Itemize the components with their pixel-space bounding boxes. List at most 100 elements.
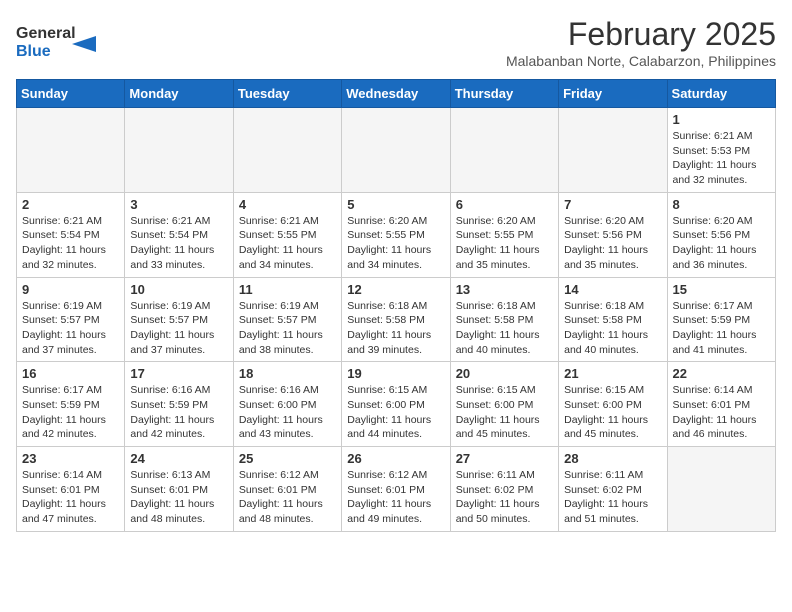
calendar-header-row: SundayMondayTuesdayWednesdayThursdayFrid… xyxy=(17,80,776,108)
calendar-cell: 9 Sunrise: 6:19 AM Sunset: 5:57 PM Daylig… xyxy=(17,277,125,362)
day-number: 28 xyxy=(564,451,661,466)
logo: General Blue xyxy=(16,16,106,66)
day-number: 18 xyxy=(239,366,336,381)
day-info: Sunrise: 6:15 AM Sunset: 6:00 PM Dayligh… xyxy=(564,383,661,442)
day-of-week-header: Saturday xyxy=(667,80,775,108)
calendar-cell: 27 Sunrise: 6:11 AM Sunset: 6:02 PM Dayli… xyxy=(450,447,558,532)
calendar-cell xyxy=(342,108,450,193)
day-number: 13 xyxy=(456,282,553,297)
day-number: 27 xyxy=(456,451,553,466)
day-number: 1 xyxy=(673,112,770,127)
calendar-cell: 19Sunrise: 6:15 AM Sunset: 6:00 PM Dayli… xyxy=(342,362,450,447)
day-info: Sunrise: 6:17 AM Sunset: 5:59 PM Dayligh… xyxy=(673,299,770,358)
day-of-week-header: Sunday xyxy=(17,80,125,108)
day-info: Sunrise: 6:11 AM Sunset: 6:02 PM Dayligh… xyxy=(564,468,661,527)
calendar-cell: 10 Sunrise: 6:19 AM Sunset: 5:57 PM Dayli… xyxy=(125,277,233,362)
calendar-table: SundayMondayTuesdayWednesdayThursdayFrid… xyxy=(16,79,776,532)
day-info: Sunrise: 6:18 AM Sunset: 5:58 PM Dayligh… xyxy=(456,299,553,358)
day-info: Sunrise: 6:14 AM Sunset: 6:01 PM Dayligh… xyxy=(22,468,119,527)
calendar-week-row: 2 Sunrise: 6:21 AM Sunset: 5:54 PM Daylig… xyxy=(17,192,776,277)
day-info: Sunrise: 6:21 AM Sunset: 5:53 PM Dayligh… xyxy=(673,129,770,188)
day-number: 4 xyxy=(239,197,336,212)
day-number: 8 xyxy=(673,197,770,212)
day-number: 10 xyxy=(130,282,227,297)
day-info: Sunrise: 6:18 AM Sunset: 5:58 PM Dayligh… xyxy=(564,299,661,358)
day-info: Sunrise: 6:17 AM Sunset: 5:59 PM Dayligh… xyxy=(22,383,119,442)
calendar-cell xyxy=(17,108,125,193)
calendar-cell: 7Sunrise: 6:20 AM Sunset: 5:56 PM Daylig… xyxy=(559,192,667,277)
calendar-cell: 4 Sunrise: 6:21 AM Sunset: 5:55 PM Daylig… xyxy=(233,192,341,277)
calendar-cell: 20 Sunrise: 6:15 AM Sunset: 6:00 PM Dayli… xyxy=(450,362,558,447)
day-info: Sunrise: 6:21 AM Sunset: 5:54 PM Dayligh… xyxy=(130,214,227,273)
day-info: Sunrise: 6:20 AM Sunset: 5:56 PM Dayligh… xyxy=(564,214,661,273)
svg-text:Blue: Blue xyxy=(16,43,51,60)
day-number: 20 xyxy=(456,366,553,381)
day-info: Sunrise: 6:18 AM Sunset: 5:58 PM Dayligh… xyxy=(347,299,444,358)
calendar-cell: 11 Sunrise: 6:19 AM Sunset: 5:57 PM Dayli… xyxy=(233,277,341,362)
day-info: Sunrise: 6:19 AM Sunset: 5:57 PM Dayligh… xyxy=(130,299,227,358)
calendar-cell: 3 Sunrise: 6:21 AM Sunset: 5:54 PM Daylig… xyxy=(125,192,233,277)
calendar-cell xyxy=(125,108,233,193)
calendar-cell xyxy=(559,108,667,193)
calendar-week-row: 16 Sunrise: 6:17 AM Sunset: 5:59 PM Dayli… xyxy=(17,362,776,447)
day-number: 12 xyxy=(347,282,444,297)
calendar-cell: 13 Sunrise: 6:18 AM Sunset: 5:58 PM Dayli… xyxy=(450,277,558,362)
day-number: 11 xyxy=(239,282,336,297)
calendar-cell xyxy=(667,447,775,532)
day-number: 16 xyxy=(22,366,119,381)
day-info: Sunrise: 6:16 AM Sunset: 6:00 PM Dayligh… xyxy=(239,383,336,442)
day-number: 5 xyxy=(347,197,444,212)
location-subtitle: Malabanban Norte, Calabarzon, Philippine… xyxy=(506,53,776,69)
day-number: 17 xyxy=(130,366,227,381)
calendar-cell: 8 Sunrise: 6:20 AM Sunset: 5:56 PM Daylig… xyxy=(667,192,775,277)
day-number: 25 xyxy=(239,451,336,466)
day-number: 26 xyxy=(347,451,444,466)
day-info: Sunrise: 6:16 AM Sunset: 5:59 PM Dayligh… xyxy=(130,383,227,442)
day-info: Sunrise: 6:19 AM Sunset: 5:57 PM Dayligh… xyxy=(239,299,336,358)
day-number: 15 xyxy=(673,282,770,297)
day-info: Sunrise: 6:21 AM Sunset: 5:55 PM Dayligh… xyxy=(239,214,336,273)
month-year-title: February 2025 xyxy=(506,16,776,53)
calendar-cell: 25 Sunrise: 6:12 AM Sunset: 6:01 PM Dayli… xyxy=(233,447,341,532)
day-number: 23 xyxy=(22,451,119,466)
calendar-cell xyxy=(233,108,341,193)
day-info: Sunrise: 6:21 AM Sunset: 5:54 PM Dayligh… xyxy=(22,214,119,273)
day-info: Sunrise: 6:15 AM Sunset: 6:00 PM Dayligh… xyxy=(347,383,444,442)
calendar-cell: 18 Sunrise: 6:16 AM Sunset: 6:00 PM Dayli… xyxy=(233,362,341,447)
day-number: 2 xyxy=(22,197,119,212)
logo-svg: General Blue xyxy=(16,16,106,66)
day-info: Sunrise: 6:20 AM Sunset: 5:55 PM Dayligh… xyxy=(347,214,444,273)
day-info: Sunrise: 6:20 AM Sunset: 5:56 PM Dayligh… xyxy=(673,214,770,273)
day-number: 24 xyxy=(130,451,227,466)
calendar-cell: 15 Sunrise: 6:17 AM Sunset: 5:59 PM Dayli… xyxy=(667,277,775,362)
day-info: Sunrise: 6:12 AM Sunset: 6:01 PM Dayligh… xyxy=(347,468,444,527)
calendar-cell: 26 Sunrise: 6:12 AM Sunset: 6:01 PM Dayli… xyxy=(342,447,450,532)
calendar-cell: 22Sunrise: 6:14 AM Sunset: 6:01 PM Dayli… xyxy=(667,362,775,447)
day-of-week-header: Thursday xyxy=(450,80,558,108)
calendar-cell: 17 Sunrise: 6:16 AM Sunset: 5:59 PM Dayli… xyxy=(125,362,233,447)
title-block: February 2025 Malabanban Norte, Calabarz… xyxy=(506,16,776,69)
day-number: 6 xyxy=(456,197,553,212)
calendar-cell: 23 Sunrise: 6:14 AM Sunset: 6:01 PM Dayli… xyxy=(17,447,125,532)
calendar-week-row: 9 Sunrise: 6:19 AM Sunset: 5:57 PM Daylig… xyxy=(17,277,776,362)
day-number: 21 xyxy=(564,366,661,381)
day-of-week-header: Friday xyxy=(559,80,667,108)
svg-text:General: General xyxy=(16,25,76,42)
day-of-week-header: Wednesday xyxy=(342,80,450,108)
calendar-cell: 21 Sunrise: 6:15 AM Sunset: 6:00 PM Dayli… xyxy=(559,362,667,447)
day-number: 9 xyxy=(22,282,119,297)
calendar-cell: 1 Sunrise: 6:21 AM Sunset: 5:53 PM Daylig… xyxy=(667,108,775,193)
day-info: Sunrise: 6:11 AM Sunset: 6:02 PM Dayligh… xyxy=(456,468,553,527)
day-number: 3 xyxy=(130,197,227,212)
calendar-week-row: 1 Sunrise: 6:21 AM Sunset: 5:53 PM Daylig… xyxy=(17,108,776,193)
day-info: Sunrise: 6:15 AM Sunset: 6:00 PM Dayligh… xyxy=(456,383,553,442)
calendar-cell: 5 Sunrise: 6:20 AM Sunset: 5:55 PM Daylig… xyxy=(342,192,450,277)
day-of-week-header: Monday xyxy=(125,80,233,108)
calendar-cell: 2 Sunrise: 6:21 AM Sunset: 5:54 PM Daylig… xyxy=(17,192,125,277)
day-of-week-header: Tuesday xyxy=(233,80,341,108)
day-info: Sunrise: 6:12 AM Sunset: 6:01 PM Dayligh… xyxy=(239,468,336,527)
day-info: Sunrise: 6:20 AM Sunset: 5:55 PM Dayligh… xyxy=(456,214,553,273)
calendar-cell: 28 Sunrise: 6:11 AM Sunset: 6:02 PM Dayli… xyxy=(559,447,667,532)
day-info: Sunrise: 6:19 AM Sunset: 5:57 PM Dayligh… xyxy=(22,299,119,358)
calendar-cell: 12 Sunrise: 6:18 AM Sunset: 5:58 PM Dayli… xyxy=(342,277,450,362)
